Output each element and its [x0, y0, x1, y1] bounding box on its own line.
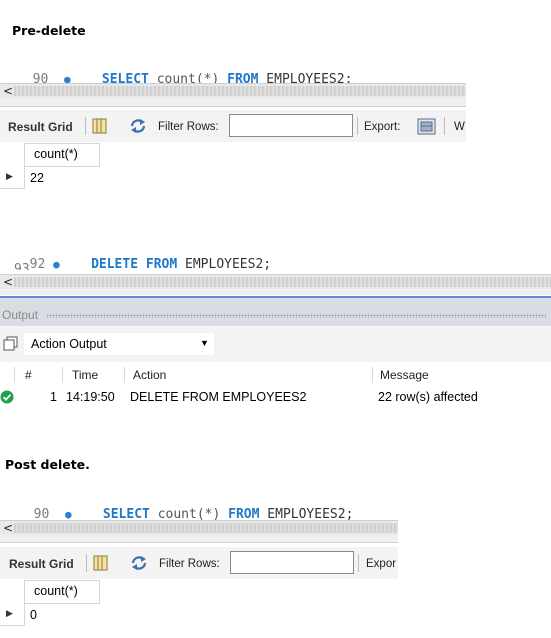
scrollbar-thumb[interactable] [14, 523, 398, 533]
scrollbar-thumb[interactable] [14, 86, 466, 96]
row-number: 1 [50, 390, 57, 404]
toolbar-separator [357, 117, 358, 135]
output-table-header: # Time Action Message [0, 364, 551, 386]
copy-output-icon[interactable] [3, 336, 19, 352]
column-header-time[interactable]: Time [72, 368, 98, 382]
editor-divider [0, 289, 551, 295]
column-header-label: count(*) [34, 147, 78, 161]
sql-line-3[interactable]: 90 ● SELECT count(*) FROM EMPLOYEES2; [18, 492, 354, 522]
sql-keyword-from: FROM [145, 257, 178, 272]
row-message: 22 row(s) affected [378, 390, 478, 404]
filter-rows-input[interactable] [229, 114, 353, 137]
sql-line-2[interactable]: 92 ● DELETE FROM EMPLOYEES2; [14, 242, 271, 272]
dropdown-value: Action Output [31, 337, 107, 351]
toolbar-separator [85, 117, 86, 135]
column-header-action[interactable]: Action [133, 368, 166, 382]
row-selector[interactable]: ▶ [0, 603, 25, 626]
horizontal-scrollbar[interactable]: < [0, 274, 551, 290]
scroll-left-arrow-icon[interactable]: < [3, 84, 13, 98]
filter-rows-label: Filter Rows: [159, 558, 220, 570]
row-pointer-icon: ▶ [6, 608, 13, 618]
column-header[interactable]: count(*) [24, 143, 100, 167]
grid-layout-icon[interactable] [92, 554, 110, 572]
column-header[interactable]: count(*) [24, 580, 100, 604]
row-selector[interactable]: ▶ [0, 166, 25, 189]
column-header-label: count(*) [34, 584, 78, 598]
success-check-icon [0, 390, 14, 404]
export-icon[interactable] [416, 116, 438, 136]
column-divider [14, 367, 15, 383]
wrap-cell-label[interactable]: W [454, 121, 465, 133]
column-divider [62, 367, 63, 383]
toolbar-separator [444, 117, 445, 135]
breakpoint-dot-icon: ● [53, 258, 60, 271]
horizontal-scrollbar[interactable]: < [0, 520, 398, 536]
horizontal-scrollbar[interactable]: < [0, 83, 466, 99]
result-grid: count(*) ▶ 22 [0, 143, 100, 191]
result-grid-tab[interactable]: Result Grid [8, 120, 73, 134]
output-type-dropdown[interactable]: Action Output ▼ [24, 333, 214, 355]
editor-divider [0, 535, 398, 543]
output-panel-header: Output [0, 296, 551, 326]
scroll-left-arrow-icon[interactable]: < [3, 521, 13, 535]
line-number: 92 [29, 257, 46, 272]
result-grid-tab[interactable]: Result Grid [9, 557, 74, 571]
filter-rows-input[interactable] [230, 551, 354, 574]
output-panel-title: Output [2, 308, 39, 322]
sql-table-name: EMPLOYEES2; [185, 257, 272, 272]
row-time: 14:19:50 [66, 390, 115, 404]
partial-line-number: 93 [14, 262, 30, 270]
row-pointer-icon: ▶ [6, 171, 13, 181]
grid-cell[interactable]: 22 [30, 171, 44, 185]
panel-grip [46, 314, 546, 318]
refresh-icon[interactable] [129, 554, 149, 572]
output-toolbar: Action Output ▼ [0, 326, 551, 362]
chevron-down-icon: ▼ [200, 338, 209, 348]
column-divider [124, 367, 125, 383]
editor-divider [0, 98, 466, 107]
sql-keyword-delete: DELETE [91, 257, 139, 272]
grid-layout-icon[interactable] [91, 117, 109, 135]
result-grid: count(*) ▶ 0 [0, 580, 100, 628]
post-delete-heading: Post delete. [5, 457, 90, 472]
filter-rows-label: Filter Rows: [158, 121, 219, 133]
column-header-message[interactable]: Message [380, 368, 429, 382]
result-toolbar: Result Grid Filter Rows: Export: W [0, 110, 466, 142]
toolbar-separator [358, 554, 359, 572]
toolbar-separator [86, 554, 87, 572]
row-action: DELETE FROM EMPLOYEES2 [130, 390, 307, 404]
column-header-number[interactable]: # [25, 368, 32, 382]
output-row[interactable]: 1 14:19:50 DELETE FROM EMPLOYEES2 22 row… [0, 386, 551, 408]
grid-cell[interactable]: 0 [30, 608, 37, 622]
refresh-icon[interactable] [128, 117, 148, 135]
scrollbar-thumb[interactable] [14, 277, 551, 287]
scroll-left-arrow-icon[interactable]: < [3, 275, 13, 289]
pre-delete-heading: Pre-delete [12, 23, 86, 38]
result-toolbar: Result Grid Filter Rows: Expor [0, 547, 398, 579]
export-label: Expor [366, 558, 397, 570]
column-divider [372, 367, 373, 383]
export-label: Export: [364, 121, 401, 133]
